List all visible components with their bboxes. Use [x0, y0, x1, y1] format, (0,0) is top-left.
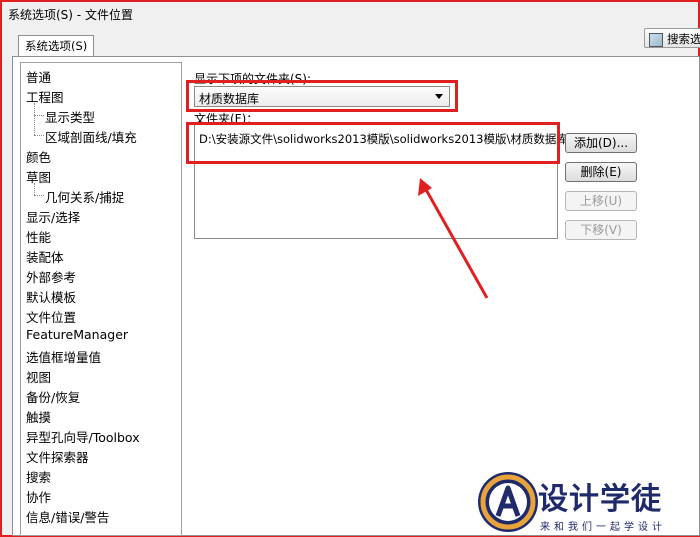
annotation-arrow: [418, 178, 489, 299]
arrow-shaft: [422, 185, 489, 299]
watermark: 设计学徒 来和我们一起学设计: [476, 470, 698, 534]
watermark-brand: 设计学徒: [538, 482, 662, 517]
watermark-slogan: 来和我们一起学设计: [540, 522, 666, 533]
brand-logo-icon: [478, 472, 538, 532]
arrow-head: [418, 178, 432, 196]
